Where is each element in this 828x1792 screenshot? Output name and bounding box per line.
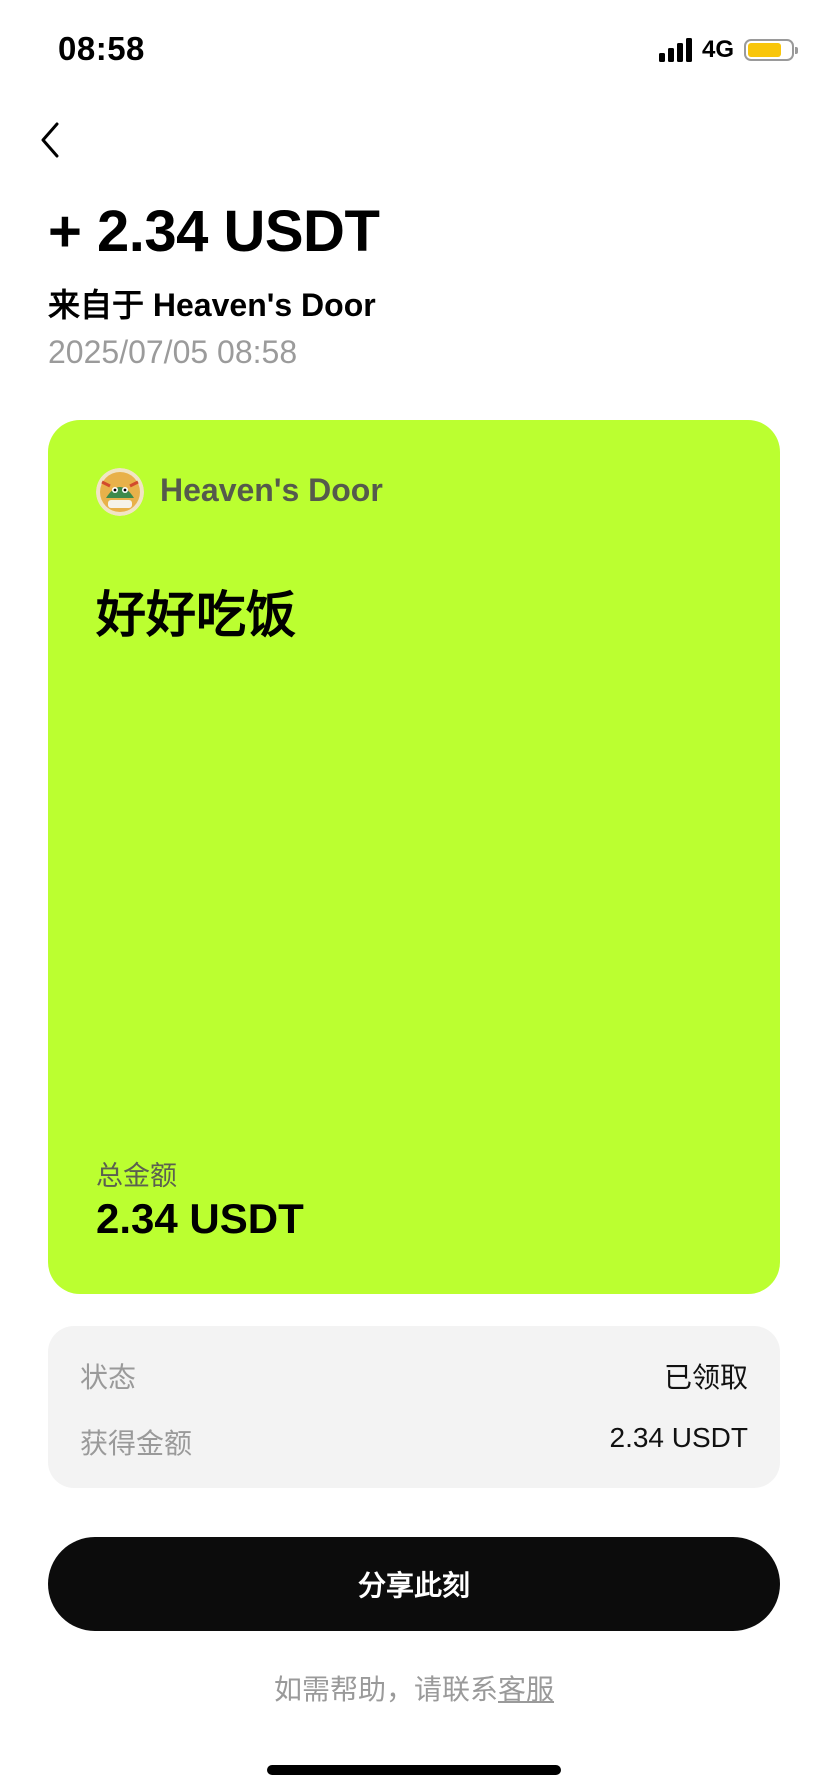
status-bar: 08:58 4G	[0, 0, 828, 100]
gift-card: Heaven's Door 好好吃饭 总金额 2.34 USDT	[48, 420, 780, 1294]
detail-value: 2.34 USDT	[609, 1422, 749, 1453]
battery-icon	[744, 39, 798, 61]
customer-service-link[interactable]: 客服	[498, 1674, 554, 1705]
detail-value: 已领取	[663, 1362, 748, 1393]
transaction-datetime: 2025/07/05 08:58	[48, 334, 298, 370]
battery-level	[748, 43, 781, 57]
home-indicator[interactable]	[267, 1765, 561, 1775]
help-prefix: 如需帮助，请联系	[273, 1674, 498, 1705]
detail-row-status: 状态 已领取	[80, 1356, 748, 1396]
details-box: 状态 已领取 获得金额 2.34 USDT	[48, 1326, 780, 1488]
help-line: 如需帮助，请联系客服	[0, 1668, 828, 1708]
status-time: 08:58	[58, 30, 145, 67]
network-label: 4G	[701, 36, 734, 63]
detail-label: 获得金额	[80, 1428, 193, 1459]
share-moment-button[interactable]: 分享此刻	[48, 1537, 780, 1631]
sender-line: 来自于 Heaven's Door	[48, 287, 376, 323]
card-sender-name: Heaven's Door	[160, 472, 383, 508]
chevron-left-icon	[41, 122, 59, 158]
sender-avatar	[96, 468, 144, 516]
detail-row-received-amount: 获得金额 2.34 USDT	[80, 1422, 748, 1462]
signal-icon	[658, 38, 692, 62]
received-amount: + 2.34 USDT	[48, 199, 380, 264]
back-button[interactable]	[30, 115, 70, 165]
total-amount-value: 2.34 USDT	[96, 1195, 304, 1242]
total-amount-label: 总金额	[96, 1161, 177, 1191]
status-indicators: 4G	[658, 36, 798, 64]
detail-label: 状态	[80, 1362, 137, 1393]
card-message: 好好吃饭	[96, 587, 296, 643]
